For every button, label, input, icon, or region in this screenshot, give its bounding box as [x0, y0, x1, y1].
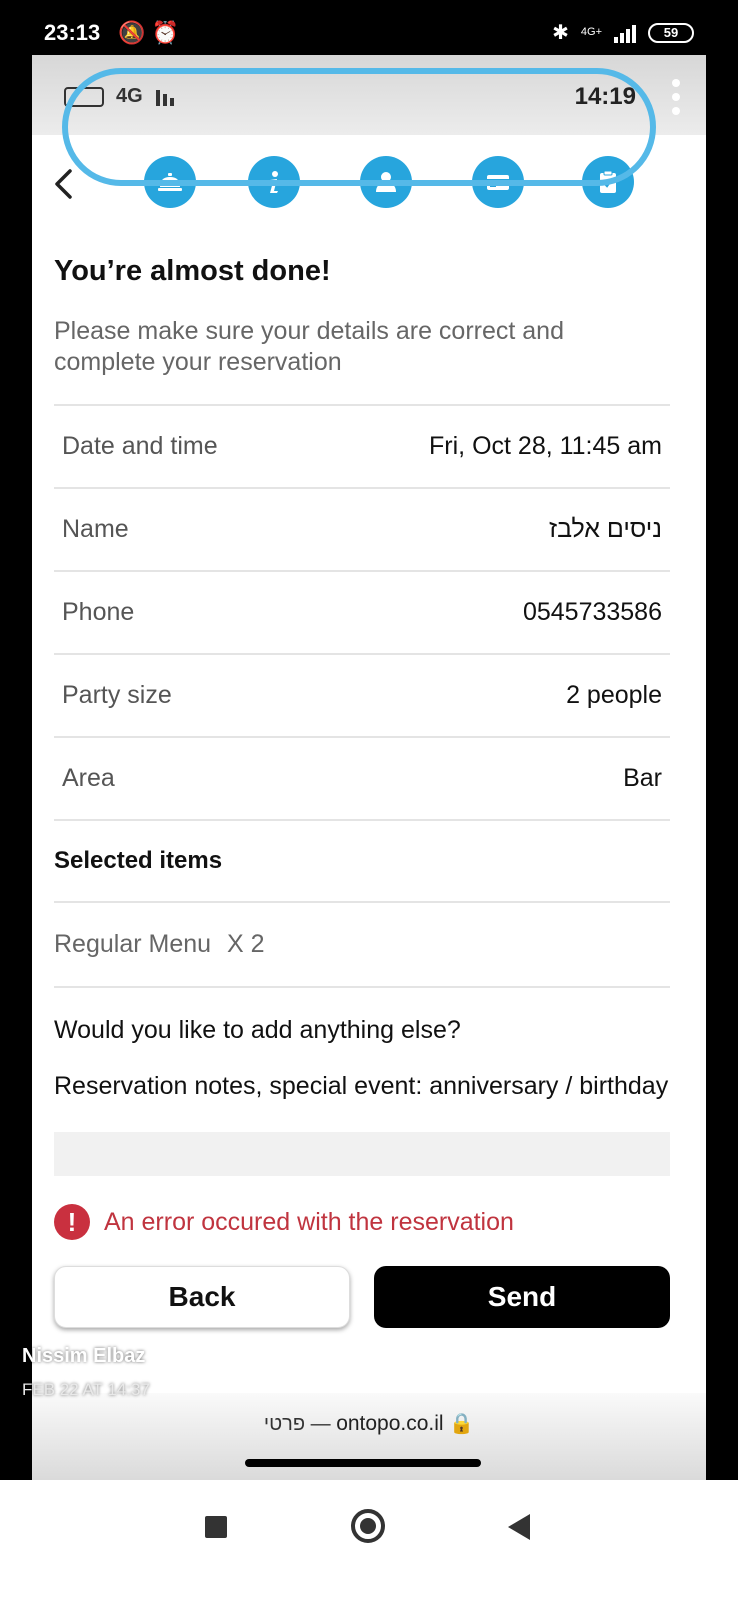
android-nav-bar: [0, 1480, 738, 1600]
detail-row-name: Name ניסים אלבז: [54, 489, 670, 572]
phone-clock: 23:13: [44, 20, 101, 45]
send-button[interactable]: Send: [374, 1266, 670, 1328]
notes-input[interactable]: [54, 1132, 670, 1176]
progress-stepper: [32, 135, 706, 243]
step-connector: [412, 181, 472, 183]
url-host: ontopo.co.il: [336, 1412, 444, 1435]
info-icon: [270, 171, 278, 193]
url-prefix: פרטי —: [263, 1413, 331, 1435]
bluetooth-icon: ✱: [552, 22, 569, 44]
detail-value: ניסים אלבז: [549, 515, 662, 543]
page-subtitle: Please make sure your details are correc…: [54, 317, 564, 376]
inner-battery-icon: [64, 87, 104, 107]
lock-icon: 🔒: [449, 1413, 475, 1435]
app-screen: 4G 14:19 You’re almost done! Please make…: [32, 55, 706, 1510]
signal-icon: [614, 23, 636, 43]
step-info[interactable]: [248, 156, 300, 208]
step-payment[interactable]: [472, 156, 524, 208]
item-quantity: X 2: [227, 930, 265, 958]
summary-content: You’re almost done! Please make sure you…: [54, 255, 670, 1328]
detail-label: Phone: [62, 598, 135, 626]
inner-signal-icon: [156, 88, 174, 106]
detail-label: Date and time: [62, 432, 218, 460]
credit-card-icon: [487, 175, 509, 190]
error-text: An error occured with the reservation: [104, 1207, 514, 1236]
detail-value: Fri, Oct 28, 11:45 am: [429, 432, 662, 460]
detail-label: Party size: [62, 681, 172, 709]
page-title: You’re almost done!: [54, 255, 331, 287]
detail-value: 2 people: [566, 681, 662, 709]
detail-row-party-size: Party size 2 people: [54, 655, 670, 738]
detail-value: 0545733586: [522, 598, 662, 626]
detail-value: Bar: [623, 764, 662, 792]
step-connector: [524, 181, 580, 183]
step-guest-details[interactable]: [360, 156, 412, 208]
clipboard-check-icon: [600, 170, 616, 193]
action-buttons: Back Send: [54, 1266, 670, 1328]
step-connector: [196, 181, 248, 183]
list-item: Regular Menu X 2: [54, 901, 670, 988]
item-name: Regular Menu: [54, 930, 212, 958]
phone-status-bar: 23:13 🔕 ⏰ ✱ 4G+ 59: [0, 0, 738, 58]
battery-icon: 59: [648, 22, 694, 43]
home-icon[interactable]: [351, 1509, 385, 1543]
more-menu-icon[interactable]: [672, 79, 680, 115]
step-service[interactable]: [144, 156, 196, 208]
post-date: FEB 22 AT 14:37: [22, 1380, 150, 1399]
mute-alarm-icons: 🔕 ⏰: [118, 20, 179, 45]
recents-icon[interactable]: [205, 1516, 227, 1538]
selected-items-title: Selected items: [54, 847, 223, 874]
reservation-details: Date and time Fri, Oct 28, 11:45 am Name…: [54, 404, 670, 821]
person-icon: [376, 172, 396, 192]
notes-label: Reservation notes, special event: annive…: [54, 1072, 669, 1100]
detail-row-phone: Phone 0545733586: [54, 572, 670, 655]
poster-name: Nissim Elbaz: [22, 1345, 146, 1367]
service-bell-icon: [158, 173, 182, 191]
inner-network: 4G: [116, 85, 143, 107]
error-icon: !: [54, 1204, 90, 1240]
error-message: ! An error occured with the reservation: [54, 1204, 670, 1240]
detail-label: Name: [62, 515, 129, 543]
chevron-left-icon[interactable]: [50, 167, 80, 201]
network-type: 4G+: [580, 26, 602, 38]
inner-clock: 14:19: [574, 83, 636, 110]
home-indicator[interactable]: [245, 1459, 481, 1467]
back-button[interactable]: Back: [54, 1266, 350, 1328]
url-display[interactable]: פרטי — ontopo.co.il 🔒: [32, 1411, 706, 1436]
step-connector: [300, 181, 360, 183]
detail-row-area: Area Bar: [54, 738, 670, 821]
step-summary[interactable]: [582, 156, 634, 208]
detail-label: Area: [62, 764, 115, 792]
back-triangle-icon[interactable]: [508, 1514, 530, 1540]
steps: [144, 156, 634, 208]
phone-status-right: ✱ 4G+ 59: [552, 20, 694, 45]
add-more-question: Would you like to add anything else?: [54, 1016, 461, 1044]
inner-status-bar: 4G 14:19: [32, 55, 706, 135]
detail-row-date: Date and time Fri, Oct 28, 11:45 am: [54, 406, 670, 489]
